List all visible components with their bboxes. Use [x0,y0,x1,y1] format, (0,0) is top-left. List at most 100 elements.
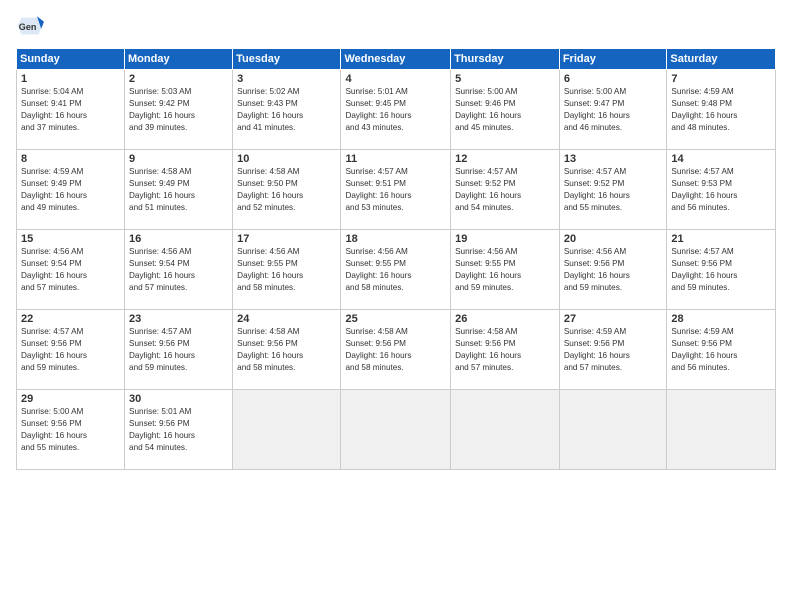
dow-header: Monday [125,49,233,70]
day-info: Sunrise: 4:56 AM Sunset: 9:55 PM Dayligh… [455,246,555,294]
header: Gen [16,12,776,40]
day-number: 26 [455,313,555,325]
day-info: Sunrise: 4:59 AM Sunset: 9:56 PM Dayligh… [564,326,663,374]
calendar-cell: 7Sunrise: 4:59 AM Sunset: 9:48 PM Daylig… [667,70,776,150]
logo-icon: Gen [16,12,44,40]
calendar-cell [667,390,776,470]
day-info: Sunrise: 4:56 AM Sunset: 9:56 PM Dayligh… [564,246,663,294]
day-number: 3 [237,73,336,85]
day-number: 28 [671,313,771,325]
calendar-table: SundayMondayTuesdayWednesdayThursdayFrid… [16,48,776,470]
day-info: Sunrise: 4:59 AM Sunset: 9:49 PM Dayligh… [21,166,120,214]
calendar-cell [559,390,667,470]
calendar-cell [451,390,560,470]
day-info: Sunrise: 4:58 AM Sunset: 9:50 PM Dayligh… [237,166,336,214]
day-info: Sunrise: 5:03 AM Sunset: 9:42 PM Dayligh… [129,86,228,134]
page: Gen SundayMondayTuesdayWednesdayThursday… [0,0,792,612]
day-info: Sunrise: 4:58 AM Sunset: 9:49 PM Dayligh… [129,166,228,214]
day-info: Sunrise: 5:00 AM Sunset: 9:47 PM Dayligh… [564,86,663,134]
day-info: Sunrise: 5:00 AM Sunset: 9:46 PM Dayligh… [455,86,555,134]
calendar-cell: 12Sunrise: 4:57 AM Sunset: 9:52 PM Dayli… [451,150,560,230]
day-number: 4 [345,73,446,85]
day-info: Sunrise: 4:57 AM Sunset: 9:52 PM Dayligh… [455,166,555,214]
day-info: Sunrise: 4:58 AM Sunset: 9:56 PM Dayligh… [455,326,555,374]
day-number: 23 [129,313,228,325]
calendar-cell: 23Sunrise: 4:57 AM Sunset: 9:56 PM Dayli… [125,310,233,390]
day-number: 18 [345,233,446,245]
calendar-cell: 20Sunrise: 4:56 AM Sunset: 9:56 PM Dayli… [559,230,667,310]
day-number: 6 [564,73,663,85]
day-info: Sunrise: 4:57 AM Sunset: 9:52 PM Dayligh… [564,166,663,214]
day-number: 1 [21,73,120,85]
calendar-cell: 2Sunrise: 5:03 AM Sunset: 9:42 PM Daylig… [125,70,233,150]
day-info: Sunrise: 5:00 AM Sunset: 9:56 PM Dayligh… [21,406,120,454]
calendar-body: 1Sunrise: 5:04 AM Sunset: 9:41 PM Daylig… [17,70,776,470]
calendar-cell [341,390,451,470]
day-info: Sunrise: 4:57 AM Sunset: 9:56 PM Dayligh… [671,246,771,294]
calendar-cell: 16Sunrise: 4:56 AM Sunset: 9:54 PM Dayli… [125,230,233,310]
calendar-cell: 14Sunrise: 4:57 AM Sunset: 9:53 PM Dayli… [667,150,776,230]
calendar-cell: 11Sunrise: 4:57 AM Sunset: 9:51 PM Dayli… [341,150,451,230]
calendar-cell: 25Sunrise: 4:58 AM Sunset: 9:56 PM Dayli… [341,310,451,390]
day-number: 5 [455,73,555,85]
dow-header: Sunday [17,49,125,70]
day-info: Sunrise: 4:57 AM Sunset: 9:51 PM Dayligh… [345,166,446,214]
svg-text:Gen: Gen [19,22,37,32]
day-number: 17 [237,233,336,245]
day-number: 16 [129,233,228,245]
day-number: 25 [345,313,446,325]
calendar-cell: 6Sunrise: 5:00 AM Sunset: 9:47 PM Daylig… [559,70,667,150]
calendar-week-row: 22Sunrise: 4:57 AM Sunset: 9:56 PM Dayli… [17,310,776,390]
day-info: Sunrise: 4:59 AM Sunset: 9:48 PM Dayligh… [671,86,771,134]
day-info: Sunrise: 4:57 AM Sunset: 9:56 PM Dayligh… [129,326,228,374]
day-of-week-row: SundayMondayTuesdayWednesdayThursdayFrid… [17,49,776,70]
calendar-cell: 30Sunrise: 5:01 AM Sunset: 9:56 PM Dayli… [125,390,233,470]
day-number: 20 [564,233,663,245]
day-number: 11 [345,153,446,165]
day-number: 2 [129,73,228,85]
dow-header: Wednesday [341,49,451,70]
day-info: Sunrise: 4:58 AM Sunset: 9:56 PM Dayligh… [237,326,336,374]
day-number: 21 [671,233,771,245]
day-info: Sunrise: 4:57 AM Sunset: 9:56 PM Dayligh… [21,326,120,374]
calendar-cell: 3Sunrise: 5:02 AM Sunset: 9:43 PM Daylig… [233,70,341,150]
calendar-cell: 26Sunrise: 4:58 AM Sunset: 9:56 PM Dayli… [451,310,560,390]
calendar-cell: 18Sunrise: 4:56 AM Sunset: 9:55 PM Dayli… [341,230,451,310]
calendar-cell: 8Sunrise: 4:59 AM Sunset: 9:49 PM Daylig… [17,150,125,230]
calendar-cell: 15Sunrise: 4:56 AM Sunset: 9:54 PM Dayli… [17,230,125,310]
day-info: Sunrise: 4:59 AM Sunset: 9:56 PM Dayligh… [671,326,771,374]
calendar-cell: 13Sunrise: 4:57 AM Sunset: 9:52 PM Dayli… [559,150,667,230]
day-info: Sunrise: 5:04 AM Sunset: 9:41 PM Dayligh… [21,86,120,134]
calendar-cell: 28Sunrise: 4:59 AM Sunset: 9:56 PM Dayli… [667,310,776,390]
day-number: 7 [671,73,771,85]
calendar-week-row: 1Sunrise: 5:04 AM Sunset: 9:41 PM Daylig… [17,70,776,150]
calendar-cell: 19Sunrise: 4:56 AM Sunset: 9:55 PM Dayli… [451,230,560,310]
day-info: Sunrise: 5:01 AM Sunset: 9:45 PM Dayligh… [345,86,446,134]
day-number: 24 [237,313,336,325]
day-info: Sunrise: 4:56 AM Sunset: 9:54 PM Dayligh… [129,246,228,294]
calendar-week-row: 15 Sunrise: 4:56 AM Sunset: 9:54 PM Dayli… [17,230,776,310]
day-number: 19 [455,233,555,245]
calendar-cell: 21Sunrise: 4:57 AM Sunset: 9:56 PM Dayli… [667,230,776,310]
day-info: Sunrise: 4:56 AM Sunset: 9:55 PM Dayligh… [345,246,446,294]
day-number: 14 [671,153,771,165]
day-number: 15 [21,233,120,245]
day-info: Sunrise: 5:01 AM Sunset: 9:56 PM Dayligh… [129,406,228,454]
calendar-cell: 17Sunrise: 4:56 AM Sunset: 9:55 PM Dayli… [233,230,341,310]
calendar-cell: 10Sunrise: 4:58 AM Sunset: 9:50 PM Dayli… [233,150,341,230]
calendar-cell: 4Sunrise: 5:01 AM Sunset: 9:45 PM Daylig… [341,70,451,150]
day-number: 8 [21,153,120,165]
calendar-week-row: 29Sunrise: 5:00 AM Sunset: 9:56 PM Dayli… [17,390,776,470]
calendar-cell: 1Sunrise: 5:04 AM Sunset: 9:41 PM Daylig… [17,70,125,150]
dow-header: Saturday [667,49,776,70]
calendar-cell: 27Sunrise: 4:59 AM Sunset: 9:56 PM Dayli… [559,310,667,390]
logo: Gen [16,12,48,40]
day-number: 27 [564,313,663,325]
dow-header: Thursday [451,49,560,70]
day-number: 29 [21,393,120,405]
dow-header: Friday [559,49,667,70]
calendar-cell [233,390,341,470]
dow-header: Tuesday [233,49,341,70]
day-number: 13 [564,153,663,165]
day-number: 12 [455,153,555,165]
